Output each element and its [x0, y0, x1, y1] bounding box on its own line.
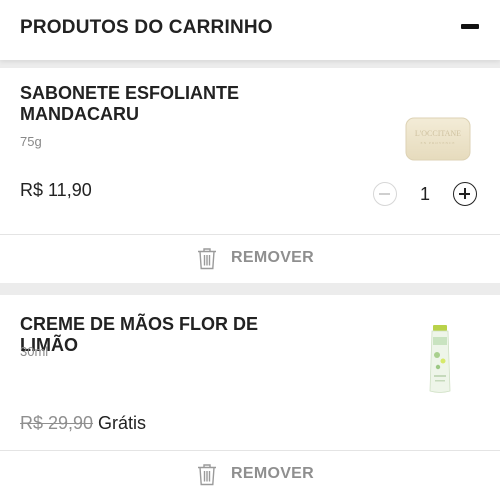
cart-item-card: SABONETE ESFOLIANTE MANDACARU 75g L'OCCI… — [0, 68, 500, 283]
quantity-value: 1 — [419, 184, 430, 204]
page-title: PRODUTOS DO CARRINHO — [20, 17, 273, 38]
free-price-label: Grátis — [98, 413, 147, 433]
product-size: 75g — [20, 134, 42, 149]
product-price: R$ 11,90 — [20, 180, 92, 200]
product-name[interactable]: SABONETE ESFOLIANTE MANDACARU — [20, 83, 320, 125]
cart-header: PRODUTOS DO CARRINHO — [0, 0, 500, 60]
remove-label: REMOVER — [231, 249, 314, 266]
original-price: R$ 29,90 — [20, 413, 94, 433]
product-size: 30ml — [20, 344, 49, 359]
svg-text:EN PROVENCE: EN PROVENCE — [420, 141, 455, 145]
remove-label: REMOVER — [231, 465, 314, 482]
remove-item-button[interactable]: REMOVER — [0, 451, 500, 499]
product-image[interactable]: L'OCCITANE EN PROVENCE — [405, 116, 471, 162]
svg-text:L'OCCITANE: L'OCCITANE — [415, 129, 461, 138]
cart-item-card: CREME DE MÃOS FLOR DE LIMÃO 30ml R$ 29,9… — [0, 295, 500, 499]
trash-icon — [198, 248, 216, 270]
increase-quantity-button[interactable] — [453, 182, 477, 206]
trash-icon — [198, 464, 216, 486]
product-image[interactable] — [426, 325, 454, 395]
remove-item-button[interactable]: REMOVER — [0, 235, 500, 283]
product-name[interactable]: CREME DE MÃOS FLOR DE LIMÃO — [20, 314, 320, 356]
decrease-quantity-button[interactable] — [373, 182, 397, 206]
collapse-minus-icon[interactable] — [461, 24, 479, 29]
